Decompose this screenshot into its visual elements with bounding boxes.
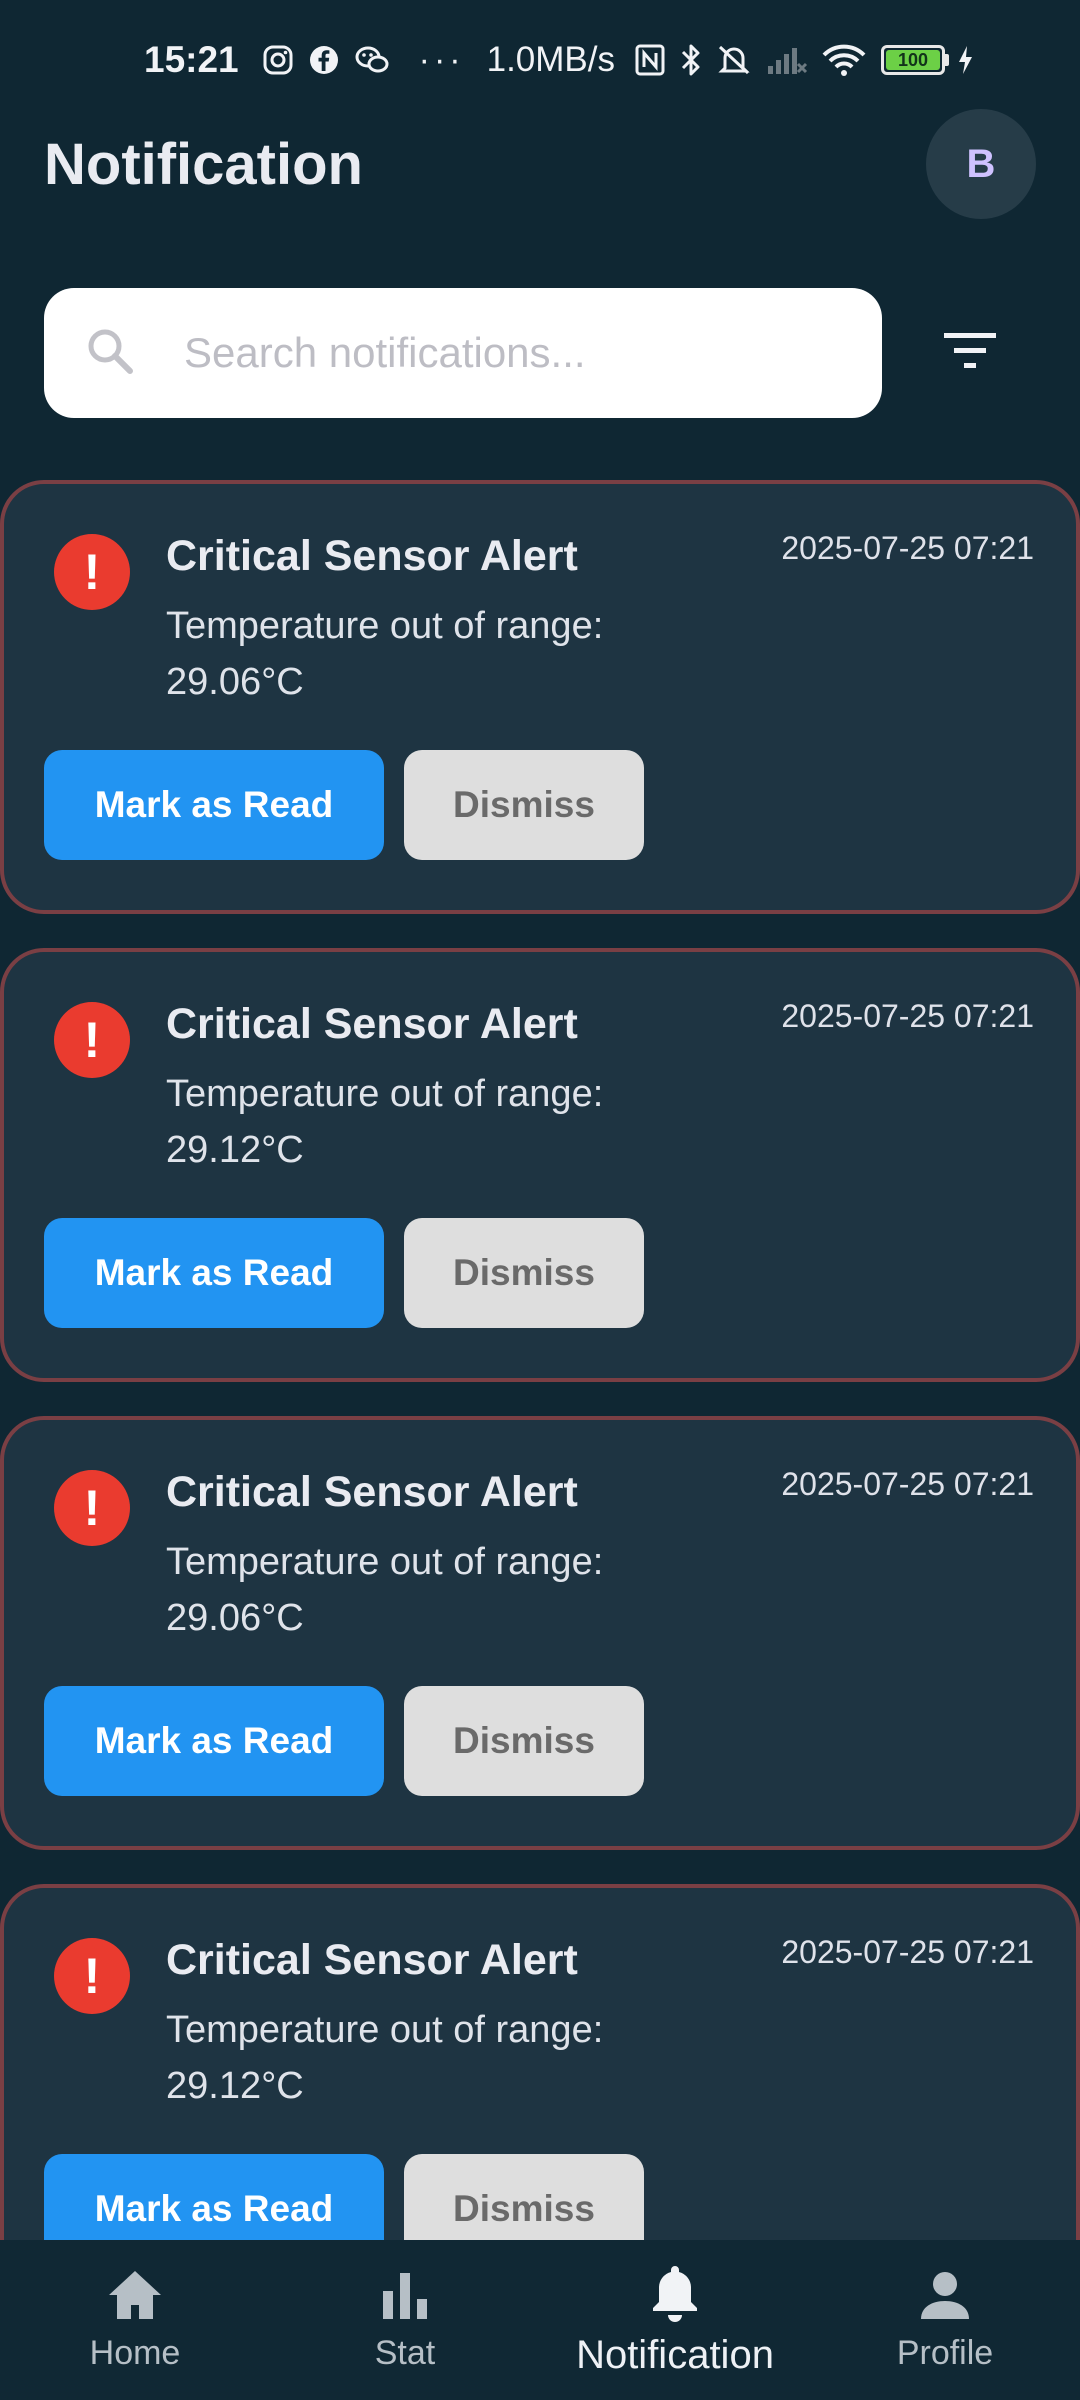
page-title: Notification: [44, 131, 363, 197]
search-icon: [84, 325, 136, 382]
alert-icon: !: [54, 1470, 130, 1546]
alert-icon: !: [54, 1938, 130, 2014]
notification-title: Critical Sensor Alert: [166, 1936, 578, 1984]
status-bar: 15:21 ··· 1.0MB/s 100: [0, 0, 1080, 120]
notification-title: Critical Sensor Alert: [166, 1000, 578, 1048]
notification-time: 2025-07-25 07:21: [781, 1466, 1034, 1502]
notification-time: 2025-07-25 07:21: [781, 998, 1034, 1034]
nav-label: Home: [89, 2334, 181, 2372]
mute-icon: [716, 43, 752, 77]
mark-as-read-button[interactable]: Mark as Read: [44, 750, 384, 860]
nav-label: Notification: [576, 2333, 774, 2377]
instagram-icon: [262, 44, 294, 76]
nav-label: Stat: [374, 2334, 436, 2372]
notification-message: Temperature out of range: 29.12°C: [166, 2009, 604, 2107]
person-icon: [917, 2267, 973, 2328]
notification-time: 2025-07-25 07:21: [781, 1934, 1034, 1970]
more-notifications-indicator: ···: [418, 40, 465, 79]
notification-card[interactable]: ! Critical Sensor Alert 2025-07-25 07:21…: [0, 1416, 1080, 1850]
dismiss-button[interactable]: Dismiss: [404, 750, 644, 860]
battery-icon: 100: [881, 45, 949, 75]
nav-stat[interactable]: Stat: [270, 2240, 540, 2400]
dismiss-button[interactable]: Dismiss: [404, 1218, 644, 1328]
status-time: 15:21: [144, 39, 239, 80]
notification-message: Temperature out of range: 29.12°C: [166, 1073, 604, 1171]
wifi-icon: [822, 43, 866, 77]
facebook-icon: [308, 44, 340, 76]
nfc-icon: [634, 43, 666, 77]
signal-icon: [766, 44, 808, 76]
nav-profile[interactable]: Profile: [810, 2240, 1080, 2400]
wechat-icon: [354, 44, 390, 76]
app-screen: 15:21 ··· 1.0MB/s 100 Notification B Sea…: [0, 0, 1080, 2400]
search-input[interactable]: [184, 329, 824, 377]
notification-list: ! Critical Sensor Alert 2025-07-25 07:21…: [0, 480, 1080, 2352]
notification-card[interactable]: ! Critical Sensor Alert 2025-07-25 07:21…: [0, 480, 1080, 914]
notification-message: Temperature out of range: 29.06°C: [166, 605, 604, 703]
bell-icon: [647, 2262, 703, 2327]
nav-home[interactable]: Home: [0, 2240, 270, 2400]
mark-as-read-button[interactable]: Mark as Read: [44, 1218, 384, 1328]
notification-time: 2025-07-25 07:21: [781, 530, 1034, 566]
notification-title: Critical Sensor Alert: [166, 532, 578, 580]
alert-icon: !: [54, 1002, 130, 1078]
search-box[interactable]: [44, 288, 882, 418]
network-speed: 1.0MB/s: [486, 40, 615, 79]
avatar[interactable]: B: [926, 109, 1036, 219]
app-header: Notification B: [0, 109, 1080, 219]
search-row: [44, 288, 1044, 418]
notification-title: Critical Sensor Alert: [166, 1468, 578, 1516]
bar-chart-icon: [377, 2267, 433, 2328]
mark-as-read-button[interactable]: Mark as Read: [44, 1686, 384, 1796]
notification-card[interactable]: ! Critical Sensor Alert 2025-07-25 07:21…: [0, 948, 1080, 1382]
nav-notification[interactable]: Notification: [540, 2240, 810, 2400]
charging-icon: [956, 44, 974, 76]
dismiss-button[interactable]: Dismiss: [404, 1686, 644, 1796]
battery-level: 100: [886, 50, 940, 70]
alert-icon: !: [54, 534, 130, 610]
filter-button[interactable]: [910, 293, 1030, 413]
filter-icon: [942, 331, 998, 376]
nav-label: Profile: [896, 2334, 994, 2372]
bottom-navigation: Home Stat Notification Profile: [0, 2240, 1080, 2400]
notification-message: Temperature out of range: 29.06°C: [166, 1541, 604, 1639]
home-icon: [105, 2267, 165, 2328]
bluetooth-icon: [680, 43, 702, 77]
